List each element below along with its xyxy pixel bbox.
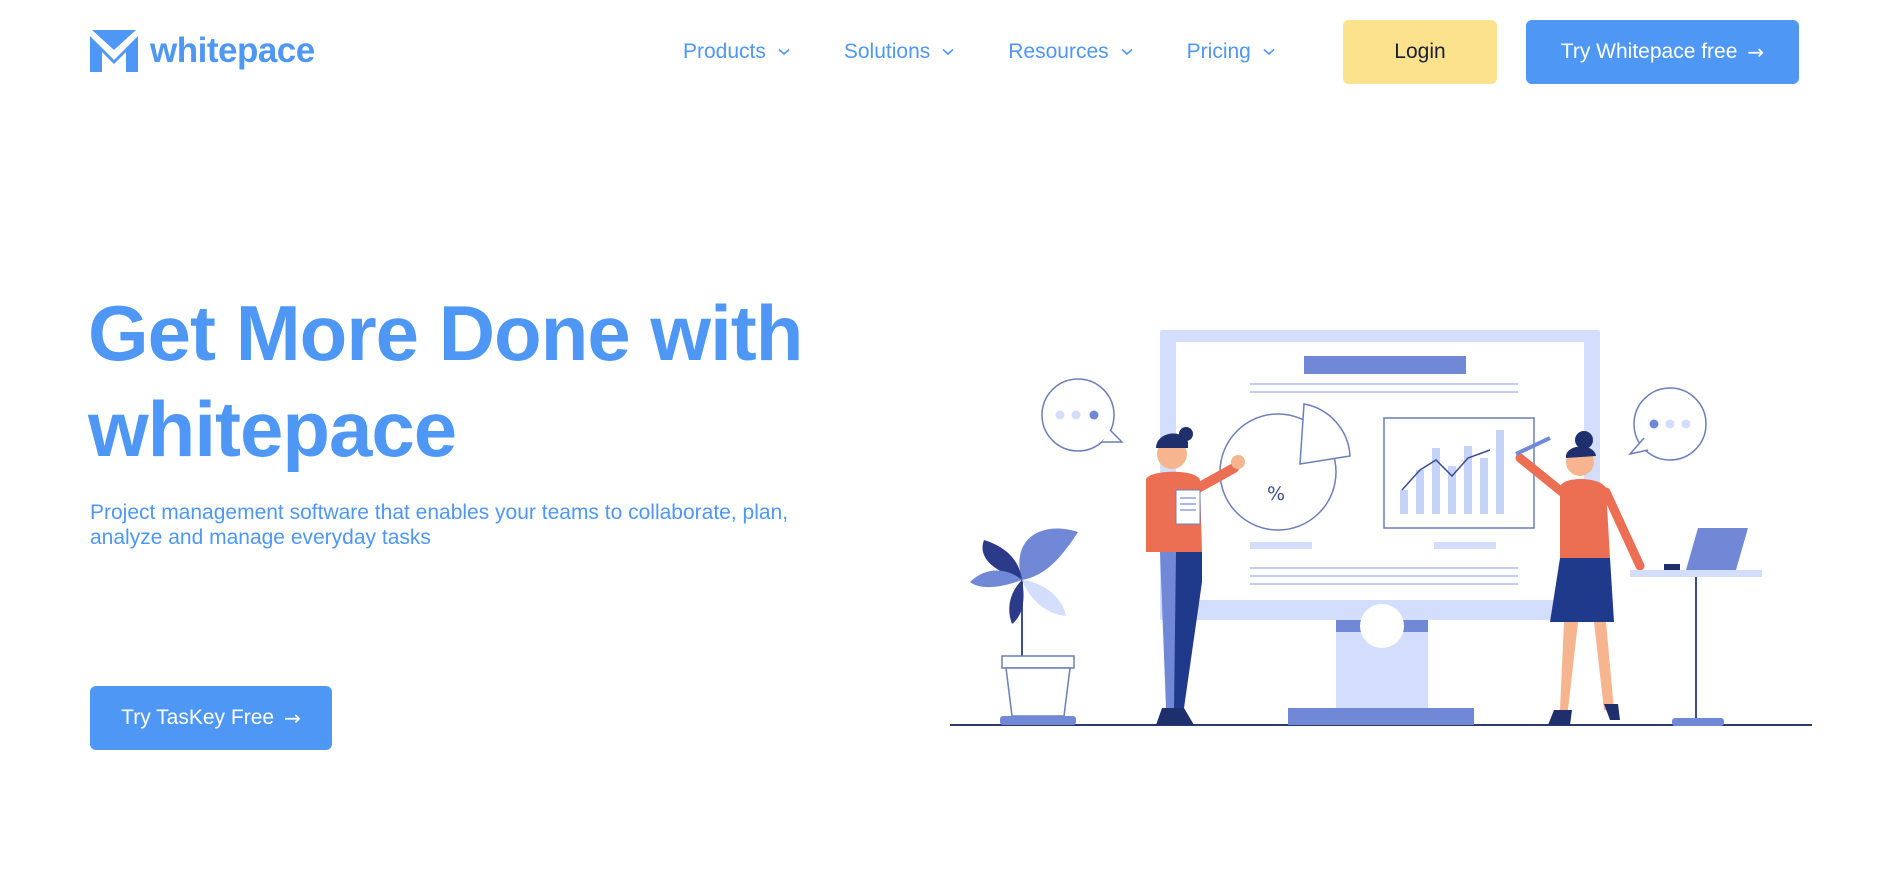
nav-label: Products	[683, 40, 766, 63]
chevron-down-icon	[942, 48, 954, 56]
login-label: Login	[1394, 40, 1446, 63]
nav-products[interactable]: Products	[683, 34, 790, 70]
nav-pricing[interactable]: Pricing	[1187, 34, 1275, 70]
try-taskey-label: Try TasKey Free	[121, 706, 275, 729]
chevron-down-icon	[1263, 48, 1275, 56]
brand-logo[interactable]: whitepace	[90, 30, 315, 72]
hero-title-line-1: Get More Done with	[88, 289, 803, 377]
nav-solutions[interactable]: Solutions	[844, 34, 954, 70]
site-header: whitepace Products Solutions Resources P…	[0, 0, 1898, 104]
brand-name: whitepace	[150, 31, 315, 70]
chevron-down-icon	[778, 48, 790, 56]
hero-title-line-2: whitepace	[88, 385, 457, 473]
login-button[interactable]: Login	[1343, 20, 1497, 84]
nav-label: Resources	[1008, 40, 1109, 63]
try-free-label: Try Whitepace free	[1560, 40, 1738, 63]
hero-subtitle: Project management software that enables…	[90, 501, 789, 549]
hero-title: Get More Done with whitepace	[88, 285, 908, 477]
nav-label: Pricing	[1186, 40, 1251, 63]
nav-label: Solutions	[843, 40, 931, 63]
chevron-down-icon	[1121, 48, 1133, 56]
main-nav: Products Solutions Resources Pricing	[683, 34, 1329, 70]
try-taskey-button[interactable]: Try TasKey Free →	[90, 686, 332, 750]
arrow-right-icon: →	[284, 706, 301, 730]
whitepace-logo-icon	[90, 30, 138, 72]
percent-label: %	[1267, 483, 1285, 505]
try-free-button[interactable]: Try Whitepace free →	[1526, 20, 1799, 84]
team-presentation-illustration: %	[950, 330, 1812, 726]
nav-resources[interactable]: Resources	[1008, 34, 1133, 70]
arrow-right-icon: →	[1747, 40, 1765, 64]
